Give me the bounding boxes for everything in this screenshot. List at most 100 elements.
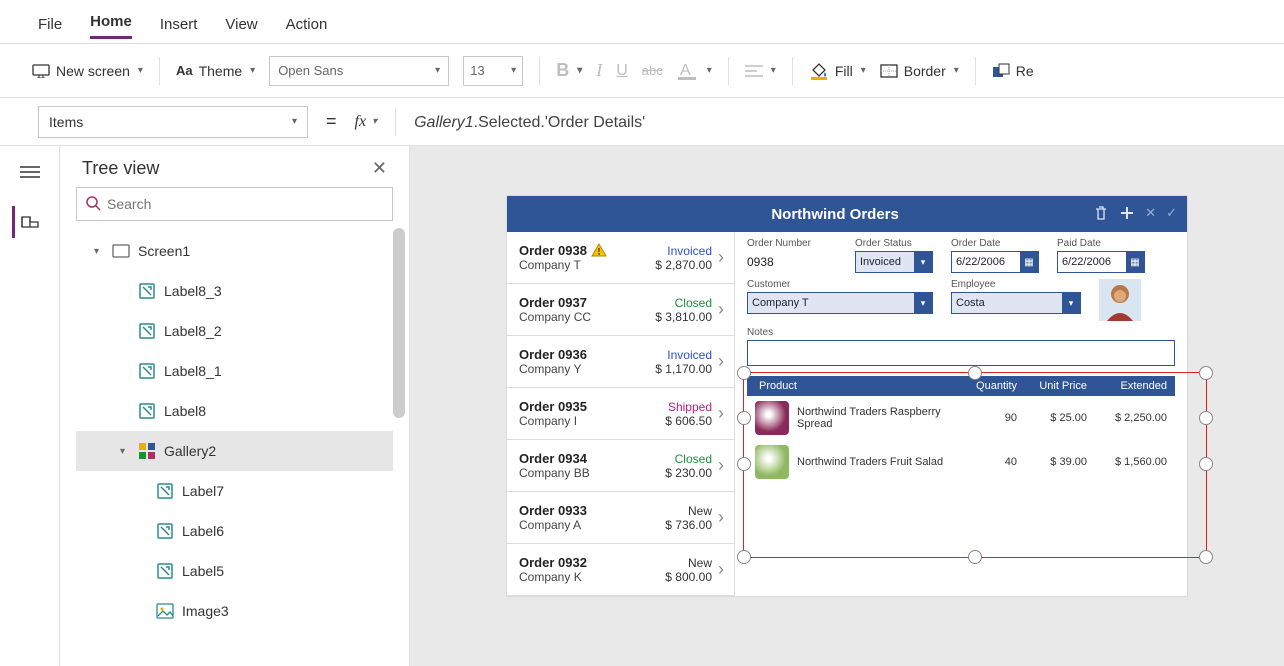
fill-button[interactable]: Fill ▾ [809, 62, 866, 80]
order-row[interactable]: Order 0937Company CCClosed$ 3,810.00› [507, 284, 734, 336]
customer-label: Customer [747, 279, 933, 290]
tree-view-rail-icon[interactable] [12, 206, 44, 238]
order-status: Shipped [665, 400, 712, 414]
trash-icon[interactable] [1093, 205, 1109, 224]
scrollbar-thumb[interactable] [393, 228, 405, 418]
order-row[interactable]: Order 0938Company TInvoiced$ 2,870.00› [507, 232, 734, 284]
gallery2[interactable]: Product Quantity Unit Price Extended Nor… [747, 376, 1175, 484]
property-name: Items [49, 114, 83, 130]
notes-input[interactable] [747, 340, 1175, 366]
reorder-icon [992, 63, 1010, 79]
theme-button[interactable]: Aa Theme ▾ [176, 63, 255, 79]
tree-label: Label8 [164, 403, 206, 419]
border-button[interactable]: Border ▾ [880, 63, 959, 79]
formula-input[interactable]: Gallery1.Selected.'Order Details' [414, 112, 645, 132]
chevron-down-icon: ▾ [511, 65, 516, 76]
tree-label: Screen1 [138, 243, 190, 259]
col-ext: Extended [1087, 380, 1167, 392]
price: $ 39.00 [1017, 456, 1087, 468]
new-screen-button[interactable]: New screen ▾ [32, 63, 143, 79]
plus-icon[interactable] [1119, 205, 1135, 224]
tree-node-label8_1[interactable]: Label8_1 [76, 351, 393, 391]
search-input[interactable] [107, 196, 384, 212]
close-icon[interactable]: ✕ [372, 158, 387, 179]
tree-node-gallery2[interactable]: ▾Gallery2 [76, 431, 393, 471]
canvas[interactable]: Northwind Orders ✕ ✓ Order 0938Company T… [410, 146, 1284, 666]
tree-label: Label8_3 [164, 283, 222, 299]
chevron-right-icon: › [712, 403, 724, 424]
order-number: Order 0937 [519, 295, 655, 310]
orders-list: Order 0938Company TInvoiced$ 2,870.00›Or… [507, 232, 735, 596]
order-company: Company T [519, 258, 655, 272]
left-rail [0, 146, 60, 666]
tree-node-label7[interactable]: Label7 [76, 471, 393, 511]
search-box[interactable] [76, 187, 393, 221]
menu-insert[interactable]: Insert [160, 16, 198, 39]
label-icon [138, 362, 156, 380]
strike-button[interactable]: abc [642, 63, 663, 78]
align-button[interactable]: ▾ [745, 64, 776, 78]
order-row[interactable]: Order 0933Company ANew$ 736.00› [507, 492, 734, 544]
tree-node-label8_2[interactable]: Label8_2 [76, 311, 393, 351]
order-amount: $ 606.50 [665, 414, 712, 428]
menu-view[interactable]: View [225, 16, 257, 39]
customer-select[interactable]: Company T▾ [747, 292, 933, 314]
underline-button[interactable]: U [616, 62, 628, 80]
order-date-input[interactable]: 6/22/2006▦ [951, 251, 1039, 273]
tree-label: Label8_2 [164, 323, 222, 339]
menu-file[interactable]: File [38, 16, 62, 39]
font-select[interactable]: Open Sans ▾ [269, 56, 449, 86]
order-number: Order 0935 [519, 399, 665, 414]
tree-label: Label6 [182, 523, 224, 539]
qty: 90 [947, 412, 1017, 424]
menu-home[interactable]: Home [90, 13, 132, 39]
qty: 40 [947, 456, 1017, 468]
italic-button[interactable]: I [596, 60, 602, 81]
tree-node-label5[interactable]: Label5 [76, 551, 393, 591]
order-status: Closed [655, 296, 712, 310]
calendar-icon: ▦ [1126, 252, 1144, 272]
check-icon[interactable]: ✓ [1166, 205, 1177, 224]
order-row[interactable]: Order 0936Company YInvoiced$ 1,170.00› [507, 336, 734, 388]
order-status: New [665, 556, 712, 570]
chevron-down-icon: ▾ [914, 252, 932, 272]
grid-row[interactable]: Northwind Traders Fruit Salad40$ 39.00$ … [747, 440, 1175, 484]
order-amount: $ 2,870.00 [655, 258, 712, 272]
order-status-label: Order Status [855, 238, 933, 249]
chevron-right-icon: › [712, 455, 724, 476]
employee-select[interactable]: Costa▾ [951, 292, 1081, 314]
reorder-button[interactable]: Re [992, 63, 1034, 79]
grid-row[interactable]: Northwind Traders Raspberry Spread90$ 25… [747, 396, 1175, 440]
font-color-button[interactable]: A▾ [677, 61, 712, 81]
svg-text:A: A [680, 62, 691, 79]
fx-button[interactable]: fx ▾ [355, 113, 378, 131]
paid-date-input[interactable]: 6/22/2006▦ [1057, 251, 1145, 273]
label-icon [138, 322, 156, 340]
order-status-select[interactable]: Invoiced▾ [855, 251, 933, 273]
hamburger-icon[interactable] [14, 156, 46, 188]
tree-scroll[interactable]: ▾Screen1 Label8_3 Label8_2 Label8_1 Label8 ▾G… [76, 231, 393, 666]
tree-node-label6[interactable]: Label6 [76, 511, 393, 551]
order-row[interactable]: Order 0934Company BBClosed$ 230.00› [507, 440, 734, 492]
order-number: Order 0938 [519, 243, 655, 258]
order-row[interactable]: Order 0935Company IShipped$ 606.50› [507, 388, 734, 440]
warning-icon [591, 243, 607, 257]
order-row[interactable]: Order 0932Company KNew$ 800.00› [507, 544, 734, 596]
app-header: Northwind Orders ✕ ✓ [507, 196, 1187, 232]
product-thumb [755, 445, 789, 479]
menu-action[interactable]: Action [286, 16, 328, 39]
tree-node-image3[interactable]: Image3 [76, 591, 393, 631]
order-number: Order 0933 [519, 503, 665, 518]
order-company: Company CC [519, 310, 655, 324]
extended: $ 2,250.00 [1087, 412, 1167, 424]
property-select[interactable]: Items ▾ [38, 106, 308, 138]
tree-node-label8[interactable]: Label8 [76, 391, 393, 431]
font-size-select[interactable]: 13 ▾ [463, 56, 523, 86]
bold-button[interactable]: B▾ [556, 60, 582, 81]
price: $ 25.00 [1017, 412, 1087, 424]
tree-node-label8_3[interactable]: Label8_3 [76, 271, 393, 311]
label-icon [138, 402, 156, 420]
tree-node-screen1[interactable]: ▾Screen1 [76, 231, 393, 271]
cancel-x-icon[interactable]: ✕ [1145, 205, 1156, 224]
col-qty: Quantity [947, 380, 1017, 392]
